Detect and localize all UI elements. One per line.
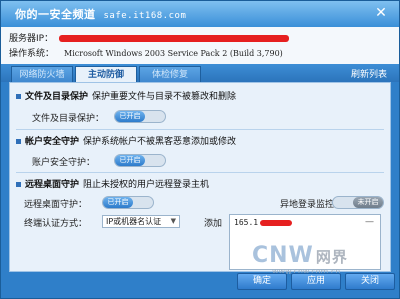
apply-button[interactable]: 应用 <box>291 273 341 290</box>
section-desc: 保护系统帐户不被黑客恶意添加或修改 <box>83 137 237 147</box>
server-info: 服务器IP： 操作系统： Microsoft Windows 2003 Servi… <box>1 27 399 64</box>
close-icon[interactable]: ✕ <box>373 5 389 21</box>
divider <box>16 172 384 173</box>
section-marker-icon <box>16 182 21 187</box>
section-desc: 阻止未授权的用户远程登录主机 <box>83 180 210 190</box>
remote-desktop-toggle[interactable]: 已开启 <box>102 196 154 209</box>
toggle-state: 已开启 <box>115 111 145 122</box>
remote-desktop-label: 远程桌面守护： <box>24 200 88 210</box>
section-marker-icon <box>16 94 21 99</box>
section-desc: 保护重要文件与目录不被篡改和删除 <box>92 92 237 102</box>
remove-item-icon[interactable]: — <box>365 217 374 227</box>
auth-method-select[interactable]: IP或机器名认证 ▼ <box>102 215 180 228</box>
watermark-logo-text: CNW <box>252 243 314 268</box>
window-title: 你的一安全频道 safe.it168.com <box>15 6 186 22</box>
account-guard-label: 账户安全守护： <box>32 158 96 168</box>
os-label: 操作系统： <box>9 49 55 59</box>
watermark-logo-cn: 网界 <box>315 248 348 266</box>
os-row: 操作系统： Microsoft Windows 2003 Service Pack… <box>9 46 283 59</box>
offsite-login-toggle[interactable]: 未开启 <box>332 196 384 209</box>
site-watermark: safe.it168.com <box>103 11 187 21</box>
auth-method-label: 终端认证方式： <box>24 219 88 229</box>
section-remote-desktop: 远程桌面守护 阻止未授权的用户远程登录主机 <box>16 177 209 190</box>
redacted-ip <box>260 219 293 226</box>
list-item[interactable]: 165.1 <box>234 218 293 227</box>
auth-method-value: IP或机器名认证 <box>106 217 162 226</box>
redacted-server-ip <box>59 35 290 42</box>
os-value: Microsoft Windows 2003 Service Pack 2 (B… <box>64 49 283 58</box>
tab-active-defense[interactable]: 主动防御 <box>75 66 137 82</box>
toggle-state: 已开启 <box>115 155 145 166</box>
add-link[interactable]: 添加 <box>204 216 222 229</box>
ok-button[interactable]: 确定 <box>237 273 287 290</box>
title-bar: 你的一安全频道 safe.it168.com ✕ <box>1 1 399 27</box>
defense-panel: 文件及目录保护 保护重要文件与目录不被篡改和删除 文件及目录保护： 已开启 帐户安… <box>9 82 391 276</box>
security-window: 你的一安全频道 safe.it168.com ✕ 服务器IP： 操作系统： Micr… <box>0 0 400 299</box>
window-title-text: 你的一安全频道 <box>15 8 96 21</box>
refresh-list-link[interactable]: 刷新列表 <box>351 67 387 80</box>
section-account-guard: 帐户安全守护 保护系统帐户不被黑客恶意添加或修改 <box>16 134 236 147</box>
divider <box>16 129 384 130</box>
chevron-down-icon: ▼ <box>170 217 176 225</box>
tab-checkup-repair[interactable]: 体检修复 <box>139 66 201 82</box>
close-button[interactable]: 关闭 <box>345 273 395 290</box>
section-file-protection: 文件及目录保护 保护重要文件与目录不被篡改和删除 <box>16 89 236 102</box>
section-title: 文件及目录保护 <box>25 92 89 102</box>
server-ip-label: 服务器IP： <box>9 34 54 44</box>
toggle-state: 未开启 <box>353 197 383 208</box>
section-marker-icon <box>16 139 21 144</box>
list-item-ip: 165.1 <box>234 218 259 227</box>
toggle-state: 已开启 <box>103 197 133 208</box>
cnw-watermark-logo: CNW 网界 www.cnw.com.cn <box>252 243 348 276</box>
account-guard-toggle[interactable]: 已开启 <box>114 154 166 167</box>
tab-bar: 网络防火墙 主动防御 体检修复 <box>1 64 399 82</box>
server-ip-row: 服务器IP： <box>9 31 290 44</box>
file-protection-label: 文件及目录保护： <box>32 114 105 124</box>
section-title: 帐户安全守护 <box>25 137 80 147</box>
tab-firewall[interactable]: 网络防火墙 <box>11 66 73 82</box>
file-protection-toggle[interactable]: 已开启 <box>114 110 166 123</box>
section-title: 远程桌面守护 <box>25 180 80 190</box>
